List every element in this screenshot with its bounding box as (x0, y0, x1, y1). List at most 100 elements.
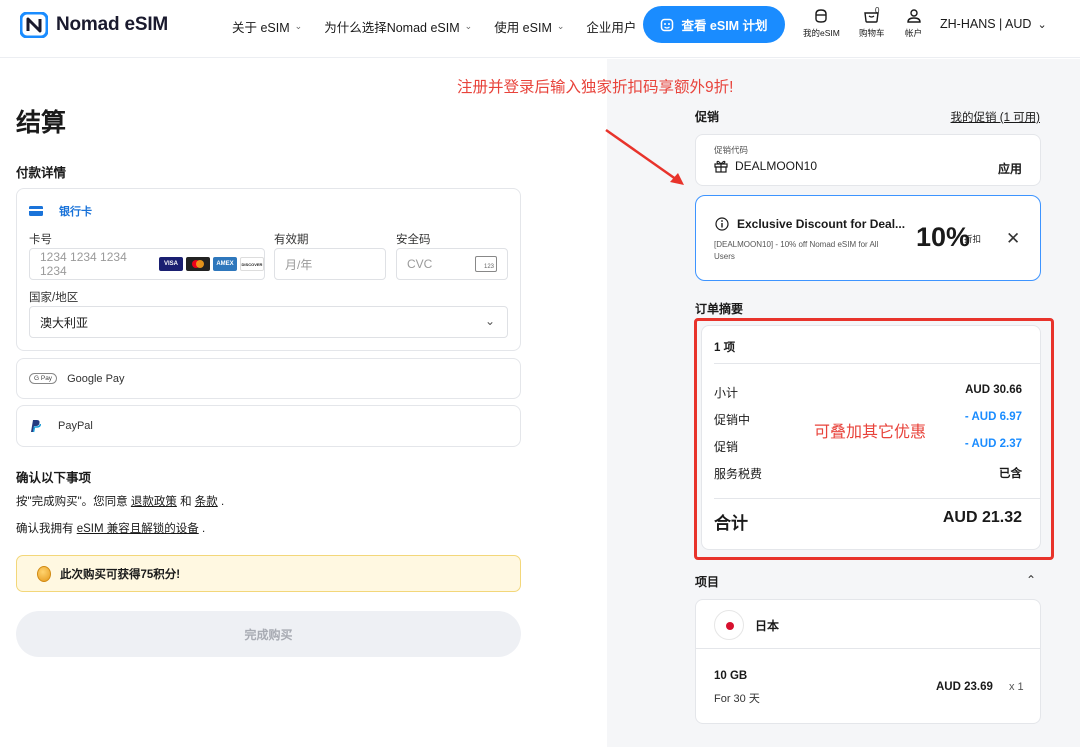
confirm-heading: 确认以下事项 (16, 471, 92, 485)
promo-code-value: DEALMOON10 (735, 159, 818, 173)
paypal-label: PayPal (58, 420, 93, 432)
country-select-value: 澳大利亚 (40, 315, 89, 330)
cvc-label: 安全码 (396, 234, 431, 246)
promo-code-label: 促销代码 (714, 145, 749, 155)
card-number-input[interactable]: 1234 1234 1234 1234 VISA AMEX DISCOVER (29, 248, 265, 280)
nav-about-esim[interactable]: 关于 eSIM ⌄ (232, 17, 302, 36)
plan-quantity: x 1 (1009, 681, 1024, 693)
card-brand-logos: VISA AMEX DISCOVER (159, 257, 264, 271)
cart-item-card: 日本 10 GB For 30 天 AUD 23.69 x 1 (695, 599, 1041, 724)
nav-why-nomad-label: 为什么选择Nomad eSIM (324, 21, 460, 35)
main-nav: 关于 eSIM ⌄ 为什么选择Nomad eSIM ⌄ 使用 eSIM ⌄ 企业… (232, 17, 636, 36)
nav-business[interactable]: 企业用户 (586, 17, 636, 36)
user-icon (906, 9, 921, 23)
cart-link[interactable]: 购物车 0 (859, 6, 885, 39)
cvc-card-icon-text: 123 (483, 264, 494, 270)
cvc-card-icon: 123 (475, 256, 497, 272)
chevron-down-icon: ⌄ (294, 21, 303, 31)
my-esim-link[interactable]: 我的eSIM (803, 8, 840, 39)
nav-why-nomad[interactable]: 为什么选择Nomad eSIM ⌄ (324, 17, 472, 36)
card-method-label: 银行卡 (59, 206, 92, 218)
discount-title: Exclusive Discount for Deal... (737, 217, 906, 231)
country-select[interactable]: 澳大利亚 ⌄ (29, 306, 508, 338)
discount-suffix: 折扣 (964, 234, 982, 244)
terms-agreement: 按"完成购买"。您同意 退款政策 和 条款 . (16, 493, 224, 509)
paypal-option[interactable]: PayPal (16, 405, 521, 447)
terms-link[interactable]: 条款 (195, 496, 218, 508)
japan-flag-icon (714, 610, 744, 640)
remove-discount-button[interactable]: ✕ (1006, 229, 1020, 249)
compatible-device-link[interactable]: eSIM 兼容且解锁的设备 (77, 523, 199, 535)
device-confirmation: 确认我拥有 eSIM 兼容且解锁的设备 . (16, 520, 205, 536)
mastercard-icon (186, 257, 210, 271)
expiry-input[interactable]: 月/年 (274, 248, 386, 280)
plans-icon (661, 18, 674, 31)
card-payment-option[interactable]: 银行卡 卡号 1234 1234 1234 1234 VISA AMEX DIS… (16, 188, 521, 351)
close-icon: ✕ (1006, 229, 1021, 248)
order-summary-heading: 订单摘要 (695, 302, 744, 316)
item-country: 日本 (755, 618, 780, 633)
apply-promo-button[interactable]: 应用 (998, 160, 1022, 177)
divider (696, 648, 1040, 649)
terms-suffix: . (220, 496, 225, 508)
logo[interactable]: Nomad eSIM (20, 12, 168, 38)
account-link[interactable]: 帐户 (905, 8, 922, 39)
reward-points-notice: 此次购买可获得75积分! (16, 555, 521, 592)
terms-and: 和 (180, 496, 192, 508)
device-suffix: . (201, 523, 206, 535)
chevron-up-icon: ⌃ (1026, 573, 1037, 587)
cart-count-badge: 0 (875, 6, 880, 15)
nav-business-label: 企业用户 (586, 21, 637, 35)
terms-prefix: 按"完成购买"。您同意 (16, 496, 128, 508)
logo-text: Nomad eSIM (56, 14, 169, 35)
plan-price: AUD 23.69 (936, 681, 993, 693)
discount-description: [DEALMOON10] - 10% off Nomad eSIM for Al… (714, 240, 879, 261)
annotation-arrow-icon (605, 128, 684, 185)
top-navigation-bar: Nomad eSIM 关于 eSIM ⌄ 为什么选择Nomad eSIM ⌄ 使… (0, 0, 1080, 58)
info-icon (715, 217, 729, 231)
nomad-logo-icon (20, 12, 48, 38)
google-pay-option[interactable]: G Pay Google Pay (16, 358, 521, 399)
complete-purchase-label: 完成购买 (244, 627, 293, 642)
view-plans-button[interactable]: 查看 eSIM 计划 (643, 6, 785, 43)
amex-icon: AMEX (213, 257, 237, 271)
nav-use-esim[interactable]: 使用 eSIM ⌄ (494, 17, 564, 36)
credit-card-icon (29, 206, 43, 216)
promotions-heading: 促销 (695, 110, 720, 124)
promo-code-field[interactable]: 促销代码 DEALMOON10 应用 (695, 134, 1041, 186)
chevron-down-icon: ⌄ (464, 21, 473, 31)
google-pay-icon: G Pay (29, 373, 58, 384)
my-esim-label: 我的eSIM (803, 28, 840, 38)
view-plans-label: 查看 eSIM 计划 (681, 19, 768, 33)
promo-annotation-banner: 注册并登录后输入独家折扣码享额外9折! (457, 79, 734, 96)
collapse-items-button[interactable]: ⌃ (1026, 573, 1036, 587)
nav-use-esim-label: 使用 eSIM (494, 21, 552, 35)
gift-icon (714, 160, 728, 173)
my-promotions-link[interactable]: 我的促销 (1 可用) (951, 109, 1040, 125)
device-prefix: 确认我拥有 (16, 523, 74, 535)
refund-policy-link[interactable]: 退款政策 (131, 496, 177, 508)
plan-duration: For 30 天 (714, 693, 760, 705)
discover-icon: DISCOVER (240, 257, 264, 271)
nav-about-esim-label: 关于 eSIM (232, 21, 290, 35)
coin-icon (37, 565, 51, 582)
checkout-panel: 结算 付款详情 银行卡 卡号 1234 1234 1234 1234 VISA … (0, 59, 607, 747)
google-pay-label: Google Pay (67, 372, 125, 385)
card-number-placeholder: 1234 1234 1234 1234 (40, 250, 127, 278)
cvc-input[interactable]: CVC 123 (396, 248, 508, 280)
complete-purchase-button[interactable]: 完成购买 (16, 611, 521, 657)
sim-icon (815, 9, 828, 23)
card-method-header: 银行卡 (29, 203, 92, 219)
discount-percent: 10% (916, 222, 971, 252)
card-number-label: 卡号 (29, 234, 52, 246)
expiry-label: 有效期 (274, 234, 309, 246)
language-currency-label: ZH-HANS | AUD (940, 17, 1032, 31)
payment-details-heading: 付款详情 (16, 166, 67, 180)
page-title: 结算 (16, 109, 67, 137)
account-label: 帐户 (905, 28, 923, 38)
expiry-placeholder: 月/年 (285, 257, 313, 272)
reward-points-text: 此次购买可获得75积分! (60, 568, 181, 581)
country-label: 国家/地区 (29, 292, 79, 304)
language-currency-selector[interactable]: ZH-HANS | AUD ⌄ (940, 17, 1047, 31)
visa-icon: VISA (159, 257, 183, 271)
